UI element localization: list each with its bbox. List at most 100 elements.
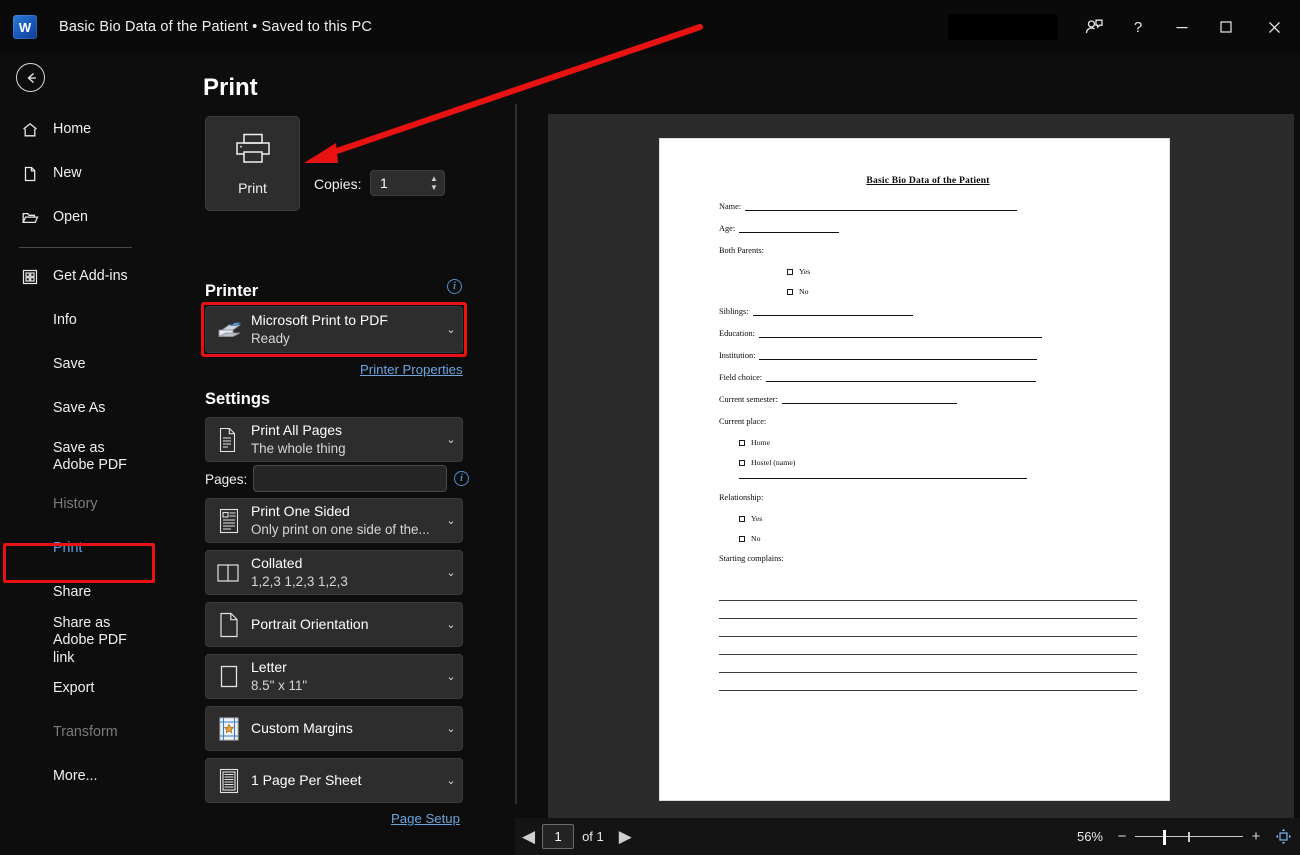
title-bar: W Basic Bio Data of the Patient • Saved … xyxy=(0,0,1300,54)
sidebar-item-open[interactable]: Open xyxy=(0,196,157,240)
sidebar-item-label: History xyxy=(53,496,98,513)
doc-checkbox-relationship-yes: Yes xyxy=(739,514,1137,523)
zoom-slider[interactable] xyxy=(1135,827,1243,847)
paper-size-select[interactable]: Letter 8.5" x 11" ⌄ xyxy=(205,654,463,699)
doc-field-education: Education: xyxy=(719,329,1137,338)
sidebar-item-export[interactable]: Export xyxy=(0,667,157,711)
copies-stepper[interactable]: 1 ▲ ▼ xyxy=(370,170,445,196)
next-page-icon[interactable]: ▶ xyxy=(612,827,639,847)
copies-down-icon[interactable]: ▼ xyxy=(430,183,438,191)
sidebar-item-new[interactable]: New xyxy=(0,152,157,196)
sidebar-item-save-as-adobe-pdf[interactable]: Save as Adobe PDF xyxy=(0,431,157,483)
word-logo-icon: W xyxy=(13,15,37,39)
portrait-icon xyxy=(215,611,243,639)
word-print-backstage: W Basic Bio Data of the Patient • Saved … xyxy=(0,0,1300,855)
printer-status: Ready xyxy=(251,330,290,346)
maximize-button[interactable] xyxy=(1204,0,1248,54)
preview-canvas[interactable]: Basic Bio Data of the Patient Name: Age:… xyxy=(548,114,1294,855)
copies-value[interactable]: 1 xyxy=(371,175,424,191)
printer-info-icon[interactable]: i xyxy=(447,279,462,294)
orientation-select[interactable]: Portrait Orientation ⌄ xyxy=(205,602,463,647)
sidebar-item-more[interactable]: More... xyxy=(0,755,157,799)
account-name-redacted xyxy=(948,14,1058,40)
sidebar-item-get-add-ins[interactable]: Get Add-ins xyxy=(0,255,157,299)
zoom-in-button[interactable]: + xyxy=(1249,828,1263,845)
sidebar-item-label: Print xyxy=(53,540,83,557)
settings-section-heading: Settings xyxy=(205,390,271,408)
sidebar-item-label: Get Add-ins xyxy=(53,268,128,285)
print-button[interactable]: Print xyxy=(205,116,300,211)
page-setup-link[interactable]: Page Setup xyxy=(391,811,460,826)
chevron-down-icon[interactable]: ⌄ xyxy=(440,618,462,631)
pages-input[interactable] xyxy=(253,465,447,492)
print-range-select[interactable]: Print All Pages The whole thing ⌄ xyxy=(205,417,463,462)
checkbox-label: Yes xyxy=(799,267,811,276)
doc-field-label: Siblings: xyxy=(719,307,749,316)
sidebar-divider xyxy=(19,247,132,248)
collated-icon xyxy=(215,559,243,587)
chevron-down-icon[interactable]: ⌄ xyxy=(440,722,462,735)
zoom-slider-thumb[interactable] xyxy=(1163,829,1166,845)
page-total-label: of 1 xyxy=(582,829,604,844)
copies-up-icon[interactable]: ▲ xyxy=(430,174,438,182)
doc-field-rule xyxy=(766,374,1037,382)
minimize-button[interactable] xyxy=(1160,0,1204,54)
pages-per-sheet-select[interactable]: 1 Page Per Sheet ⌄ xyxy=(205,758,463,803)
collation-main: Collated xyxy=(251,554,303,571)
sidebar-item-label: More... xyxy=(53,768,98,785)
printer-icon xyxy=(234,132,272,171)
zoom-to-page-icon[interactable] xyxy=(1275,828,1292,845)
sidebar-item-share-as-adobe-pdf-link[interactable]: Share as Adobe PDF link xyxy=(0,615,157,667)
zoom-out-button[interactable]: − xyxy=(1115,828,1129,845)
sidebar-item-label: Share as Adobe PDF link xyxy=(53,614,127,666)
chevron-down-icon[interactable]: ⌄ xyxy=(440,774,462,787)
one-sided-icon xyxy=(215,507,243,535)
doc-field-current-place: Current place: xyxy=(719,417,767,426)
sidebar-item-label: Transform xyxy=(53,724,118,741)
doc-field-rule xyxy=(758,330,1042,338)
checkbox-label: No xyxy=(751,534,761,543)
doc-checkbox-relationship-no: No xyxy=(739,534,1137,543)
prev-page-icon[interactable]: ◀ xyxy=(515,827,542,847)
checkbox-icon xyxy=(787,288,793,295)
pages-info-icon[interactable]: i xyxy=(454,471,469,486)
print-sides-select[interactable]: Print One Sided Only print on one side o… xyxy=(205,498,463,543)
sidebar-item-label: Export xyxy=(53,680,95,697)
collation-select[interactable]: Collated 1,2,3 1,2,3 1,2,3 ⌄ xyxy=(205,550,463,595)
doc-field-relationship: Relationship: xyxy=(719,493,764,502)
page-number-input[interactable]: 1 xyxy=(542,824,575,849)
sidebar-item-home[interactable]: Home xyxy=(0,108,157,152)
doc-field-rule xyxy=(745,203,1018,211)
sidebar-item-save-as[interactable]: Save As xyxy=(0,387,157,431)
doc-field-field-choice: Field choice: xyxy=(719,373,1137,382)
help-button[interactable]: ? xyxy=(1116,0,1160,54)
checkbox-label: Home xyxy=(751,438,771,447)
sidebar-item-share[interactable]: Share xyxy=(0,571,157,615)
chevron-down-icon[interactable]: ⌄ xyxy=(440,323,462,336)
doc-blank-line xyxy=(719,583,1137,601)
share-person-icon[interactable] xyxy=(1072,0,1116,54)
sidebar-item-history: History xyxy=(0,483,157,527)
orientation-main: Portrait Orientation xyxy=(251,616,369,632)
preview-status-bar: ◀ 1 of 1 ▶ 56% − + xyxy=(515,818,1300,855)
sidebar-item-print[interactable]: Print xyxy=(0,527,157,571)
copies-spinner-buttons[interactable]: ▲ ▼ xyxy=(424,171,444,195)
close-button[interactable] xyxy=(1248,0,1300,54)
checkbox-icon xyxy=(739,439,745,446)
chevron-down-icon[interactable]: ⌄ xyxy=(440,670,462,683)
chevron-down-icon[interactable]: ⌄ xyxy=(440,514,462,527)
sidebar-item-label: Info xyxy=(53,312,77,329)
home-icon xyxy=(19,119,41,141)
printer-select[interactable]: Microsoft Print to PDF Ready ⌄ xyxy=(205,306,463,353)
doc-blank-line xyxy=(719,655,1137,673)
margins-select[interactable]: Custom Margins ⌄ xyxy=(205,706,463,751)
chevron-down-icon[interactable]: ⌄ xyxy=(440,433,462,446)
doc-field-label: Name: xyxy=(719,202,742,211)
sidebar-item-save[interactable]: Save xyxy=(0,343,157,387)
document-page: Basic Bio Data of the Patient Name: Age:… xyxy=(660,139,1169,800)
zoom-percent-label[interactable]: 56% xyxy=(1077,829,1103,844)
back-arrow-icon[interactable] xyxy=(16,63,45,92)
printer-properties-link[interactable]: Printer Properties xyxy=(360,362,463,377)
sidebar-item-info[interactable]: Info xyxy=(0,299,157,343)
chevron-down-icon[interactable]: ⌄ xyxy=(440,566,462,579)
